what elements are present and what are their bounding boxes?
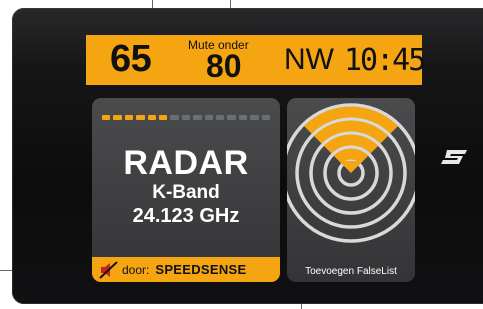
- clock: 10:45: [344, 43, 426, 78]
- alert-type: RADAR: [123, 144, 249, 182]
- radar-alert-panel[interactable]: RADAR K-Band 24.123 GHz door: SPEEDSENSE: [92, 98, 280, 282]
- signal-segment: [193, 115, 202, 120]
- signal-segment: [216, 115, 225, 120]
- status-bar: 65 Mute onder 80 NW 10:45: [86, 35, 426, 85]
- screen: 65 Mute onder 80 NW 10:45 RADAR K-Band 2…: [0, 0, 483, 309]
- compass-heading: NW: [284, 43, 334, 76]
- speaker-muted-icon: [99, 260, 118, 279]
- radar-signal-icon: [287, 103, 415, 243]
- muted-by-label: door:: [122, 262, 150, 277]
- signal-segment: [102, 115, 111, 120]
- signal-segment: [238, 115, 248, 120]
- add-false-list-label: Toevoegen FalseList: [305, 266, 397, 277]
- mute-button[interactable]: door: SPEEDSENSE: [92, 257, 280, 282]
- mute-threshold-speed: 80: [206, 48, 242, 84]
- signal-strength-bar: [102, 115, 271, 120]
- signal-segment: [204, 115, 214, 120]
- radar-band: K-Band: [152, 182, 220, 203]
- signal-segment: [159, 115, 168, 120]
- signal-segment: [147, 115, 157, 120]
- radar-frequency: 24.123 GHz: [132, 205, 240, 227]
- current-speed: 65: [110, 38, 152, 80]
- add-false-list-button[interactable]: Toevoegen FalseList: [287, 98, 415, 282]
- signal-segment: [136, 115, 145, 120]
- signal-segment: [113, 115, 122, 120]
- signal-segment: [261, 115, 271, 120]
- muted-by-brand: SPEEDSENSE: [155, 262, 247, 277]
- signal-segment: [227, 115, 236, 120]
- signal-segment: [181, 115, 191, 120]
- speedsense-logo-icon: [441, 150, 467, 164]
- signal-segment: [250, 115, 259, 120]
- signal-segment: [170, 115, 179, 120]
- signal-segment: [124, 115, 134, 120]
